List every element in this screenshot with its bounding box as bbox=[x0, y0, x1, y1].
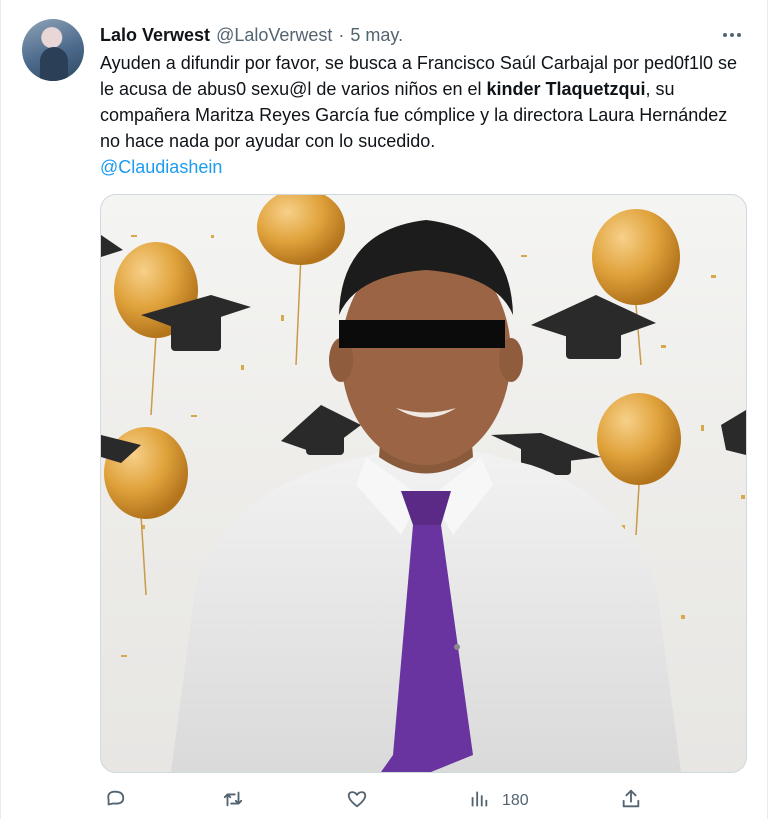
retweet-icon bbox=[222, 788, 244, 815]
balloon bbox=[257, 195, 345, 366]
retweet-button[interactable] bbox=[222, 784, 244, 818]
avatar-figure bbox=[40, 47, 68, 81]
author-name[interactable]: Lalo Verwest bbox=[100, 25, 210, 46]
reply-icon bbox=[104, 788, 126, 815]
views-icon bbox=[468, 788, 490, 815]
like-icon bbox=[346, 788, 368, 815]
views-button[interactable]: 180 bbox=[468, 784, 529, 818]
tweet-photo[interactable] bbox=[100, 194, 747, 773]
tweet-card[interactable]: Lalo Verwest @LaloVerwest · 5 may. Ayude… bbox=[0, 0, 768, 819]
share-icon bbox=[620, 788, 642, 815]
photo-illustration bbox=[101, 195, 746, 772]
more-options-icon[interactable] bbox=[717, 22, 747, 48]
like-button[interactable] bbox=[346, 784, 368, 818]
views-count: 180 bbox=[502, 792, 529, 809]
tweet-date[interactable]: 5 may. bbox=[350, 25, 403, 46]
reply-button[interactable] bbox=[104, 784, 126, 818]
tweet-text-bold: kinder Tlaquetzqui bbox=[486, 79, 646, 99]
header-separator: · bbox=[338, 24, 345, 45]
tweet-text: Ayuden a difundir por favor, se busca a … bbox=[100, 50, 740, 180]
mention-link[interactable]: @Claudiashein bbox=[100, 154, 740, 180]
share-button[interactable] bbox=[620, 784, 642, 818]
author-handle[interactable]: @LaloVerwest bbox=[216, 25, 332, 46]
action-bar: 180 bbox=[100, 784, 660, 818]
graduation-cap bbox=[281, 405, 361, 455]
avatar[interactable] bbox=[22, 19, 84, 81]
tweet-header: Lalo Verwest @LaloVerwest · 5 may. bbox=[100, 22, 747, 48]
censor-bar bbox=[339, 320, 505, 348]
logo-emblem bbox=[454, 644, 460, 650]
